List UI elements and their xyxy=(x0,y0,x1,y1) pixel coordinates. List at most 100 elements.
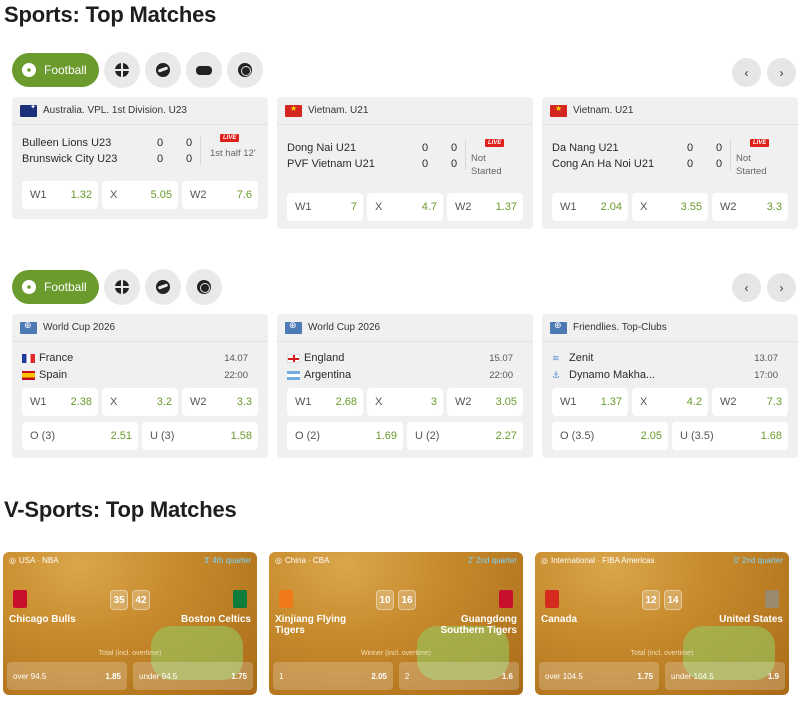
odds-button[interactable]: O (3.5) 2.05 xyxy=(552,422,668,450)
match-status: 1st half 12' xyxy=(210,148,256,159)
odds-button[interactable]: W2 7.3 xyxy=(712,388,788,416)
odds-button[interactable]: U (3) 1.58 xyxy=(142,422,258,450)
odds-label: under 104.5 xyxy=(671,671,714,681)
team-name: Zenit xyxy=(569,352,594,364)
next-button[interactable]: › xyxy=(767,273,796,302)
odds-button[interactable]: W2 3.05 xyxy=(447,388,523,416)
score: 35 xyxy=(110,590,128,610)
odds-label: X xyxy=(640,396,648,408)
score: 16 xyxy=(398,590,416,610)
match-time: 22:00 xyxy=(224,370,248,381)
team-row: ⚓ Dynamo Makha... xyxy=(552,369,655,381)
divider xyxy=(465,140,466,170)
prev-button[interactable]: ‹ xyxy=(732,273,761,302)
next-button[interactable]: › xyxy=(767,58,796,87)
vsport-card[interactable]: ◎ USA · NBA 3' 4th quarter 35 42 Chicago Bull… xyxy=(3,552,257,695)
odds-button[interactable]: X 4.7 xyxy=(367,193,443,221)
odds-label: X xyxy=(375,201,383,213)
odds-value: 7.3 xyxy=(766,396,782,408)
vsports-title: V-Sports: Top Matches xyxy=(4,497,237,522)
team-name: Argentina xyxy=(304,369,352,381)
odds-button[interactable]: W2 1.37 xyxy=(447,193,523,221)
totals-row: O (2) 1.69 U (2) 2.27 xyxy=(287,422,523,450)
tab-tennis[interactable] xyxy=(144,269,181,305)
odds-button[interactable]: W1 2.38 xyxy=(22,388,98,416)
odds-row: W1 1.32 X 5.05 W2 7.6 xyxy=(22,181,258,209)
match-phase: 2' 2nd quarter xyxy=(467,556,517,565)
prev-button[interactable]: ‹ xyxy=(732,58,761,87)
odds-value: 1.6 xyxy=(501,671,513,681)
odds-label: W2 xyxy=(720,396,737,408)
odds-button[interactable]: W1 7 xyxy=(287,193,363,221)
odds-button[interactable]: X 5.05 xyxy=(102,181,178,209)
match-card[interactable]: Australia. VPL. 1st Division. U23 Bulleen… xyxy=(12,97,268,219)
team-flag-icon xyxy=(22,353,35,363)
match-card[interactable]: Vietnam. U21 Da Nang U21 Cong An Ha Noi U2… xyxy=(542,97,798,229)
tab-basketball[interactable] xyxy=(103,269,140,305)
odds-button[interactable]: under 94.5 1.75 xyxy=(133,662,253,690)
tab-volleyball[interactable] xyxy=(185,269,222,305)
league-name: Australia. VPL. 1st Division. U23 xyxy=(43,105,187,116)
volleyball-icon xyxy=(196,280,211,294)
odds-label: O (3) xyxy=(30,430,56,442)
flag-icon xyxy=(20,104,37,117)
odds-button[interactable]: U (2) 2.27 xyxy=(407,422,523,450)
odds-button[interactable]: X 4.2 xyxy=(632,388,708,416)
odds-button[interactable]: 1 2.05 xyxy=(273,662,393,690)
odds-label: W1 xyxy=(30,396,47,408)
odds-value: 2.68 xyxy=(335,396,357,408)
odds-value: 3 xyxy=(430,396,437,408)
score: 0 xyxy=(157,137,164,149)
tab-basketball[interactable] xyxy=(103,52,140,88)
vsport-card[interactable]: ◎ China · CBA 2' 2nd quarter 10 16 Xinjiang F… xyxy=(269,552,523,695)
odds-button[interactable]: O (2) 1.69 xyxy=(287,422,403,450)
odds-button[interactable]: W1 1.37 xyxy=(552,388,628,416)
score: 0 xyxy=(451,158,458,170)
match-card[interactable]: World Cup 2026 England 15.07 Argentina 22:00… xyxy=(277,314,533,458)
match-card[interactable]: Vietnam. U21 Dong Nai U21 PVF Vietnam U21 0… xyxy=(277,97,533,229)
team-name: Xinjiang Flying Tigers xyxy=(275,614,347,636)
match-card[interactable]: World Cup 2026 France 14.07 Spain 22:00 W1 2.3… xyxy=(12,314,268,458)
live-badge: LIVE xyxy=(485,139,505,147)
odds-button[interactable]: W1 1.32 xyxy=(22,181,98,209)
market-name: Total (incl. overtime) xyxy=(630,650,694,657)
odds-button[interactable]: W2 3.3 xyxy=(712,193,788,221)
team-name: PVF Vietnam U21 xyxy=(287,158,375,170)
tab-football[interactable]: Football xyxy=(12,270,99,304)
match-phase: 3' 4th quarter xyxy=(204,556,251,565)
team1-jersey-icon xyxy=(279,590,293,608)
odds-button[interactable]: W2 3.3 xyxy=(182,388,258,416)
carousel-nav-2: ‹ › xyxy=(732,273,796,302)
team-name: Dynamo Makha... xyxy=(569,369,656,381)
odds-button[interactable]: X 3.55 xyxy=(632,193,708,221)
tab-tennis[interactable] xyxy=(144,52,181,88)
odds-button[interactable]: over 94.5 1.85 xyxy=(7,662,127,690)
team-flag-icon: ≋ xyxy=(552,353,560,363)
odds-button[interactable]: X 3.2 xyxy=(102,388,178,416)
vsport-card[interactable]: ◎ International · FIBA Americas 0' 2nd qua… xyxy=(535,552,789,695)
odds-label: over 104.5 xyxy=(545,671,583,681)
odds-button[interactable]: W1 2.68 xyxy=(287,388,363,416)
tab-football[interactable]: Football xyxy=(12,53,99,87)
vsport-league: ◎ China · CBA xyxy=(275,556,329,565)
odds-button[interactable]: 2 1.6 xyxy=(399,662,519,690)
odds-value: 1.75 xyxy=(637,671,653,681)
odds-label: U (3) xyxy=(150,430,175,442)
odds-label: X xyxy=(375,396,383,408)
odds-label: X xyxy=(110,396,118,408)
team-name: Guangdong Southern Tigers xyxy=(440,614,518,636)
tab-volleyball[interactable] xyxy=(226,52,263,88)
match-card[interactable]: Friendlies. Top-Clubs ≋ Zenit 13.07 ⚓ Dynamo … xyxy=(542,314,798,458)
odds-button[interactable]: W1 2.04 xyxy=(552,193,628,221)
odds-button[interactable]: under 104.5 1.9 xyxy=(665,662,785,690)
odds-label: U (3.5) xyxy=(680,430,714,442)
live-badge: LIVE xyxy=(750,139,770,147)
tab-esports[interactable] xyxy=(185,52,222,88)
odds-button[interactable]: over 104.5 1.75 xyxy=(539,662,659,690)
odds-value: 1.75 xyxy=(231,671,247,681)
odds-button[interactable]: X3 xyxy=(367,388,443,416)
odds-button[interactable]: U (3.5) 1.68 xyxy=(672,422,788,450)
odds-button[interactable]: W2 7.6 xyxy=(182,181,258,209)
odds-button[interactable]: O (3) 2.51 xyxy=(22,422,138,450)
match-phase: 0' 2nd quarter xyxy=(733,556,783,565)
